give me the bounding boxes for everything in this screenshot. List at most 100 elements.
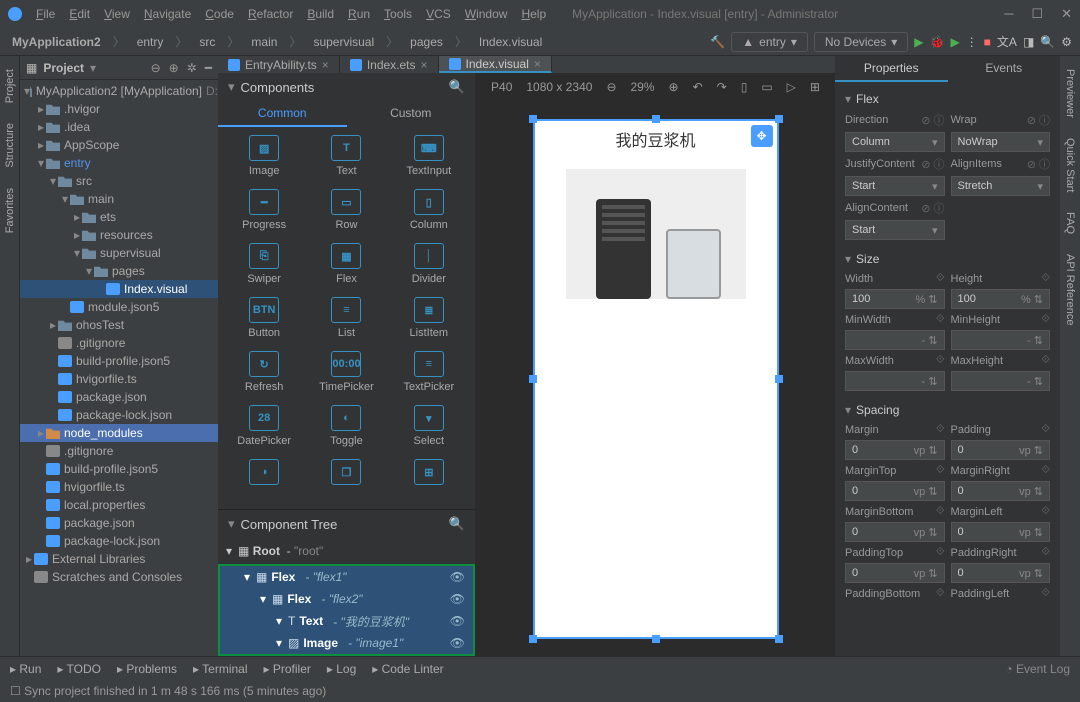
side-api-reference[interactable]: API Reference xyxy=(1063,246,1077,334)
breadcrumb-item[interactable]: entry xyxy=(133,34,168,50)
editor-tab[interactable]: Index.visual× xyxy=(439,56,552,73)
tree-row[interactable]: ▾main xyxy=(20,190,218,208)
component-item[interactable]: ◑ xyxy=(225,459,303,489)
entry-combo[interactable]: ▲ entry ▾ xyxy=(731,32,808,52)
event-log[interactable]: ◔ Event Log xyxy=(1005,662,1070,676)
tree-row[interactable]: ▸node_modules xyxy=(20,424,218,442)
phone-icon[interactable]: ▯ xyxy=(741,80,748,94)
search-icon[interactable]: 🔍 xyxy=(449,79,465,95)
menu-run[interactable]: Run xyxy=(342,5,376,23)
bottom-tab-problems[interactable]: ▸ Problems xyxy=(117,662,177,676)
editor-tab[interactable]: Index.ets× xyxy=(340,56,439,73)
layout-icon[interactable]: ⊞ xyxy=(810,80,820,94)
component-tree-row[interactable]: ▾▨Image- "image1"👁 xyxy=(220,632,473,654)
maximize-icon[interactable]: ☐ xyxy=(1031,6,1043,22)
project-tree[interactable]: ▾MyApplication2 [MyApplication]D:▸.hvigo… xyxy=(20,80,218,656)
section-spacing[interactable]: Spacing xyxy=(856,403,899,417)
breadcrumb-item[interactable]: Index.visual xyxy=(475,34,546,50)
maxheight-input[interactable]: - ⇅ xyxy=(951,371,1051,391)
align-select[interactable]: Stretch▾ xyxy=(951,176,1051,196)
margin-input[interactable]: 0vp ⇅ xyxy=(845,440,945,460)
component-divider[interactable]: │Divider xyxy=(390,243,468,285)
bottom-tab-todo[interactable]: ▸ TODO xyxy=(57,662,101,676)
side-project[interactable]: Project xyxy=(3,61,17,111)
canvas-image[interactable] xyxy=(566,169,746,299)
debug-icon[interactable]: 🐞 xyxy=(929,35,944,49)
section-flex[interactable]: Flex xyxy=(856,92,879,106)
stop-icon[interactable]: ■ xyxy=(984,35,991,49)
menu-refactor[interactable]: Refactor xyxy=(242,5,299,23)
tree-row[interactable]: ▾entry xyxy=(20,154,218,172)
component-tree-row[interactable]: ▾▦Flex- "flex1"👁 xyxy=(220,566,473,588)
component-progress[interactable]: ━Progress xyxy=(225,189,303,231)
menu-navigate[interactable]: Navigate xyxy=(138,5,197,23)
component-button[interactable]: BTNButton xyxy=(225,297,303,339)
devices-combo[interactable]: No Devices ▾ xyxy=(814,32,908,52)
height-input[interactable]: 100% ⇅ xyxy=(951,289,1051,309)
menu-window[interactable]: Window xyxy=(459,5,514,23)
tree-row[interactable]: ▸ohosTest xyxy=(20,316,218,334)
side-quick-start[interactable]: Quick Start xyxy=(1063,130,1077,200)
menu-help[interactable]: Help xyxy=(515,5,552,23)
search-icon[interactable]: 🔍 xyxy=(449,516,465,532)
tree-row[interactable]: ▾src xyxy=(20,172,218,190)
component-timepicker[interactable]: 00:00TimePicker xyxy=(307,351,385,393)
tree-row[interactable]: ▸.hvigor xyxy=(20,100,218,118)
run-icon[interactable]: ▶ xyxy=(914,35,923,49)
section-size[interactable]: Size xyxy=(856,252,879,266)
breadcrumb-item[interactable]: src xyxy=(195,34,219,50)
marginleft-input[interactable]: 0vp ⇅ xyxy=(951,522,1051,542)
breadcrumb-item[interactable]: pages xyxy=(406,34,447,50)
editor-tab[interactable]: EntryAbility.ts× xyxy=(218,56,340,73)
component-row[interactable]: ▭Row xyxy=(307,189,385,231)
component-swiper[interactable]: ⎘Swiper xyxy=(225,243,303,285)
component-datepicker[interactable]: 28DatePicker xyxy=(225,405,303,447)
marginright-input[interactable]: 0vp ⇅ xyxy=(951,481,1051,501)
tree-row[interactable]: package-lock.json xyxy=(20,406,218,424)
aligncontent-select[interactable]: Start▾ xyxy=(845,220,945,240)
menu-code[interactable]: Code xyxy=(199,5,240,23)
component-textinput[interactable]: ⌨TextInput xyxy=(390,135,468,177)
tree-row[interactable]: build-profile.json5 xyxy=(20,352,218,370)
width-input[interactable]: 100% ⇅ xyxy=(845,289,945,309)
component-tree-row[interactable]: ▾▦Flex- "flex2"👁 xyxy=(220,588,473,610)
tree-row[interactable]: hvigorfile.ts xyxy=(20,370,218,388)
components-subtab-custom[interactable]: Custom xyxy=(347,101,476,127)
maxwidth-input[interactable]: - ⇅ xyxy=(845,371,945,391)
zoom-level[interactable]: 29% xyxy=(631,80,655,94)
tree-row[interactable]: .gitignore xyxy=(20,334,218,352)
tree-row[interactable]: ▸External Libraries xyxy=(20,550,218,568)
tree-row[interactable]: package-lock.json xyxy=(20,532,218,550)
undo-icon[interactable]: ↶ xyxy=(693,80,703,94)
tree-row[interactable]: module.json5 xyxy=(20,298,218,316)
minwidth-input[interactable]: - ⇅ xyxy=(845,330,945,350)
bottom-tab-terminal[interactable]: ▸ Terminal xyxy=(193,662,248,676)
tree-row[interactable]: ▸AppScope xyxy=(20,136,218,154)
zoom-out-icon[interactable]: ⊖ xyxy=(606,80,616,94)
collapse-icon[interactable]: ⊖ xyxy=(151,61,161,75)
component-list[interactable]: ≡List xyxy=(307,297,385,339)
component-listitem[interactable]: ≣ListItem xyxy=(390,297,468,339)
minimize-icon[interactable]: ─ xyxy=(1004,6,1013,22)
tree-row[interactable]: package.json xyxy=(20,514,218,532)
props-tab-properties[interactable]: Properties xyxy=(835,56,948,82)
tree-row[interactable]: ▸resources xyxy=(20,226,218,244)
justify-select[interactable]: Start▾ xyxy=(845,176,945,196)
coverage-icon[interactable]: ▶ xyxy=(950,35,959,49)
component-flex[interactable]: ▦Flex xyxy=(307,243,385,285)
tree-row[interactable]: .gitignore xyxy=(20,442,218,460)
tree-row[interactable]: ▾pages xyxy=(20,262,218,280)
tree-row[interactable]: local.properties xyxy=(20,496,218,514)
component-item[interactable]: ❐ xyxy=(307,459,385,489)
menu-edit[interactable]: Edit xyxy=(63,5,96,23)
bottom-tab-profiler[interactable]: ▸ Profiler xyxy=(264,662,311,676)
close-icon[interactable]: ✕ xyxy=(1061,6,1072,22)
side-favorites[interactable]: Favorites xyxy=(3,180,17,241)
menu-file[interactable]: File xyxy=(30,5,61,23)
breadcrumb[interactable]: MyApplication2〉entry〉src〉main〉supervisua… xyxy=(8,32,546,51)
bottom-tab-run[interactable]: ▸ Run xyxy=(10,662,41,676)
marginbottom-input[interactable]: 0vp ⇅ xyxy=(845,522,945,542)
paddingtop-input[interactable]: 0vp ⇅ xyxy=(845,563,945,583)
bottom-tab-code-linter[interactable]: ▸ Code Linter xyxy=(372,662,443,676)
device-select[interactable]: P40 xyxy=(491,80,512,94)
